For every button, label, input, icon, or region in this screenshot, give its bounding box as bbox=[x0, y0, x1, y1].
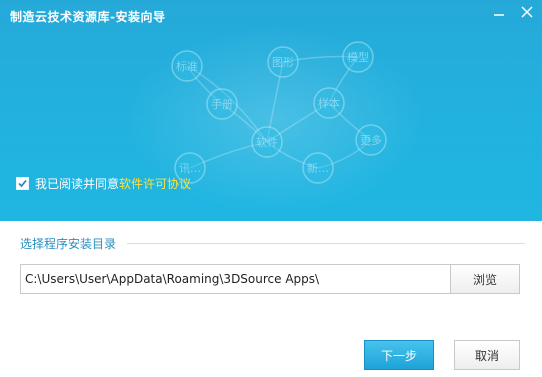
next-button[interactable]: 下一步 bbox=[364, 340, 434, 370]
minimize-icon bbox=[494, 14, 504, 16]
browse-button[interactable]: 浏览 bbox=[450, 264, 520, 294]
cancel-button[interactable]: 取消 bbox=[454, 340, 520, 370]
network-node-label: 样本 bbox=[318, 96, 340, 110]
network-node-label: 标准 bbox=[176, 59, 198, 73]
install-dir-title: 选择程序安装目录 bbox=[20, 237, 117, 251]
network-node-label: 讯… bbox=[179, 162, 201, 175]
section-divider bbox=[127, 243, 525, 244]
network-node-label: 更多 bbox=[360, 133, 382, 147]
minimize-button[interactable] bbox=[486, 2, 512, 22]
checkmark-icon bbox=[18, 179, 27, 188]
network-node-label: 模型 bbox=[347, 50, 369, 64]
agreement-checkbox[interactable] bbox=[16, 177, 29, 190]
network-node-label: 软件 bbox=[256, 135, 278, 149]
install-path-input[interactable] bbox=[20, 264, 454, 294]
agreement-row: 我已阅读并同意 软件许可协议 bbox=[16, 175, 191, 192]
license-link[interactable]: 软件许可协议 bbox=[119, 175, 191, 192]
network-node-label: 图形 bbox=[272, 56, 294, 69]
close-button[interactable] bbox=[514, 2, 540, 22]
network-node-label: 新… bbox=[307, 161, 329, 175]
agreement-text: 我已阅读并同意 bbox=[35, 177, 120, 191]
header-banner: 标准 图形 模型 手册 样本 软件 更多 讯… 新… 制造云技术资源库-安装向导… bbox=[0, 0, 542, 221]
close-icon bbox=[521, 6, 533, 18]
network-node-label: 手册 bbox=[211, 97, 233, 111]
window-title: 制造云技术资源库-安装向导 bbox=[10, 10, 166, 24]
